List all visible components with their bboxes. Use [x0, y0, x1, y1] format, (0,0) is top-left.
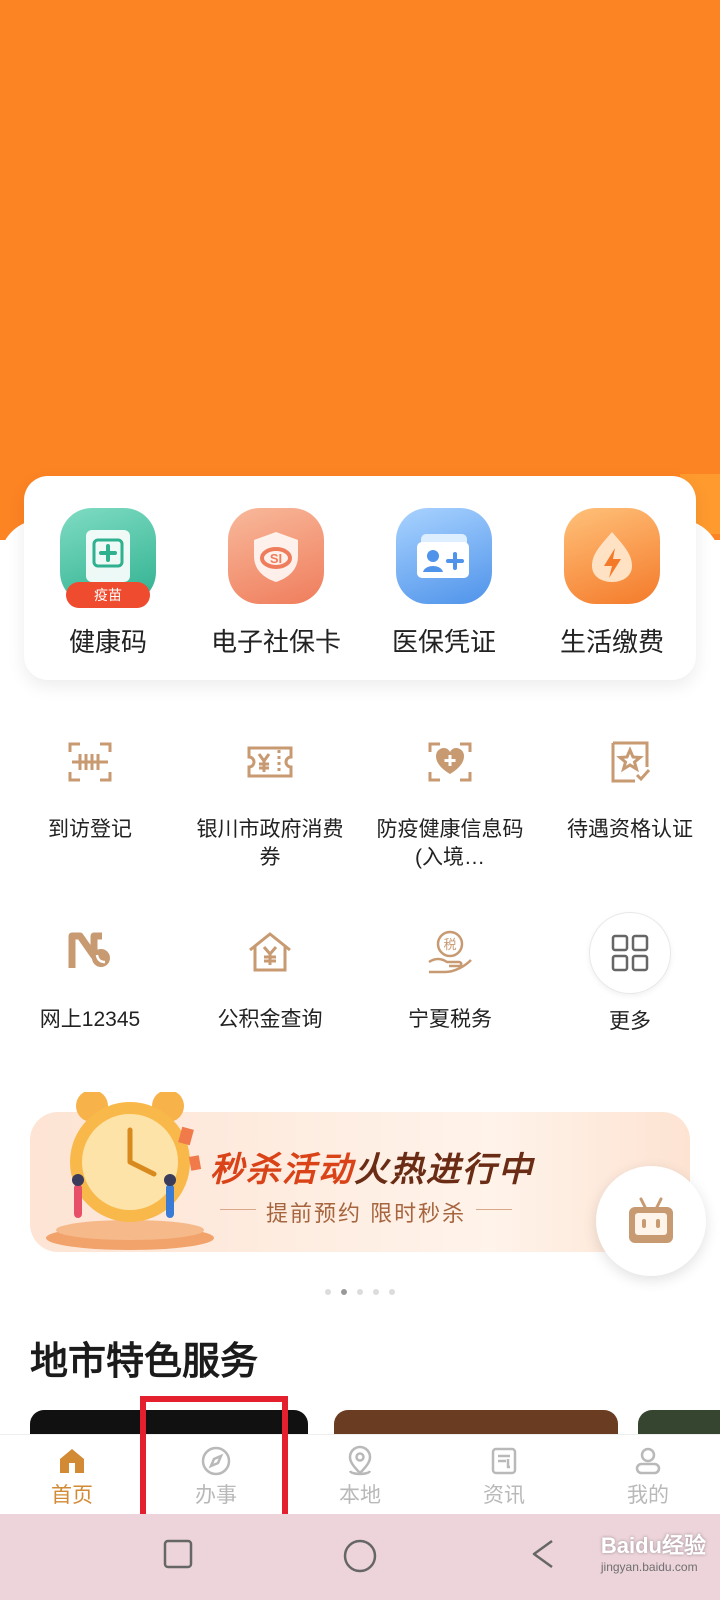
watermark-url: jingyan.baidu.com [600, 1560, 698, 1574]
grid-item-tax[interactable]: 税 宁夏税务 [360, 900, 540, 1090]
tax-icon: 税 [410, 912, 490, 992]
svg-text:SI: SI [270, 551, 282, 566]
more-grid-icon [589, 912, 671, 994]
app-screen: 疫苗 健康码 SI 电子社保卡 医保凭证 生活缴费 到访登记 银川市政府消费券 … [0, 0, 720, 1600]
utility-payment-icon [564, 508, 660, 604]
carousel-dot[interactable] [389, 1289, 395, 1295]
header-banner-area [0, 0, 720, 540]
grid-item-qualification[interactable]: 待遇资格认证 [540, 710, 720, 900]
tab-label: 资讯 [483, 1484, 525, 1507]
carousel-dot-active[interactable] [341, 1289, 347, 1295]
home-button[interactable] [342, 1538, 378, 1574]
health-code-icon: 疫苗 [60, 508, 156, 608]
visitor-registration-icon [50, 722, 130, 802]
service-medical-insurance[interactable]: 医保凭证 [362, 476, 527, 659]
grid-item-epidemic-health[interactable]: 防疫健康信息码(入境… [360, 710, 540, 900]
grid-label: 公积金查询 [217, 1008, 323, 1031]
service-grid-row: 网上12345 公积金查询 税 宁夏税务 更多 [0, 900, 720, 1090]
grid-label: 银川市政府消费券 [196, 818, 344, 869]
tab-label: 我的 [627, 1484, 669, 1507]
service-label: 医保凭证 [391, 627, 496, 657]
social-security-card-icon: SI [228, 508, 324, 604]
tab-label: 本地 [339, 1484, 381, 1507]
section-title: 地市特色服务 [30, 1338, 259, 1383]
bottom-tab-bar: 首页 办事 本地 资讯 我的 [0, 1434, 720, 1515]
service-health-code[interactable]: 疫苗 健康码 [26, 476, 191, 659]
location-pin-icon [348, 1445, 372, 1476]
epidemic-health-icon [410, 722, 490, 802]
grid-label: 待遇资格认证 [567, 818, 693, 841]
promo-banner[interactable]: 秒杀活动火热进行中 提前预约 限时秒杀 [30, 1092, 690, 1252]
tab-profile[interactable]: 我的 [576, 1435, 720, 1515]
banner-subtitle: 提前预约 限时秒杀 [219, 1196, 513, 1228]
main-services-card: 疫苗 健康码 SI 电子社保卡 医保凭证 生活缴费 [24, 476, 696, 680]
grid-item-visitor-registration[interactable]: 到访登记 [0, 710, 180, 900]
robot-icon [629, 1197, 673, 1243]
alarm-clock-illustration [46, 1092, 214, 1250]
vaccine-badge: 疫苗 [66, 582, 150, 608]
grid-item-housing-fund[interactable]: 公积金查询 [180, 900, 360, 1090]
grid-label: 宁夏税务 [408, 1008, 492, 1031]
tab-home[interactable]: 首页 [0, 1435, 144, 1515]
grid-item-more[interactable]: 更多 [540, 900, 720, 1090]
grid-label: 更多 [609, 1010, 651, 1033]
banner-title-part1: 秒杀活动 [210, 1151, 354, 1189]
service-label: 生活缴费 [559, 627, 664, 657]
grid-item-voucher[interactable]: 银川市政府消费券 [180, 710, 360, 900]
grid-item-hotline-12345[interactable]: 网上12345 [0, 900, 180, 1090]
tab-label: 首页 [51, 1484, 93, 1507]
home-icon [60, 1449, 84, 1473]
carousel-dot[interactable] [325, 1289, 331, 1295]
hotline-12345-icon [50, 912, 130, 992]
service-social-security-card[interactable]: SI 电子社保卡 [194, 476, 359, 659]
banner-title-part2: 火热进行中 [354, 1151, 534, 1189]
svg-text:税: 税 [443, 938, 456, 953]
grid-label: 到访登记 [48, 818, 132, 841]
service-grid: 到访登记 银川市政府消费券 防疫健康信息码(入境… 待遇资格认证 网上12345… [0, 710, 720, 1090]
assistant-robot-button[interactable] [596, 1166, 706, 1276]
tab-news[interactable]: 资讯 [432, 1435, 576, 1515]
voucher-icon [230, 722, 310, 802]
carousel-indicator [0, 1289, 720, 1295]
service-label: 健康码 [68, 627, 147, 657]
banner-title: 秒杀活动火热进行中 [210, 1142, 534, 1191]
tab-local[interactable]: 本地 [288, 1435, 432, 1515]
profile-icon [635, 1447, 661, 1475]
watermark-brand: Baidu经验 [600, 1533, 706, 1558]
grid-label: 防疫健康信息码(入境… [376, 818, 524, 869]
carousel-dot[interactable] [373, 1289, 379, 1295]
back-button[interactable] [528, 1538, 560, 1570]
news-icon [491, 1447, 517, 1475]
service-label: 电子社保卡 [210, 627, 341, 657]
service-utility-payment[interactable]: 生活缴费 [530, 476, 695, 659]
system-navigation-bar: Baidu经验 jingyan.baidu.com [0, 1514, 720, 1600]
service-grid-row: 到访登记 银川市政府消费券 防疫健康信息码(入境… 待遇资格认证 [0, 710, 720, 900]
carousel-dot[interactable] [357, 1289, 363, 1295]
housing-fund-icon [230, 912, 310, 992]
grid-label: 网上12345 [39, 1008, 141, 1031]
medical-insurance-icon [396, 508, 492, 604]
recent-apps-button[interactable] [162, 1538, 194, 1570]
qualification-certification-icon [590, 722, 670, 802]
watermark: Baidu经验 jingyan.baidu.com [601, 1528, 706, 1574]
